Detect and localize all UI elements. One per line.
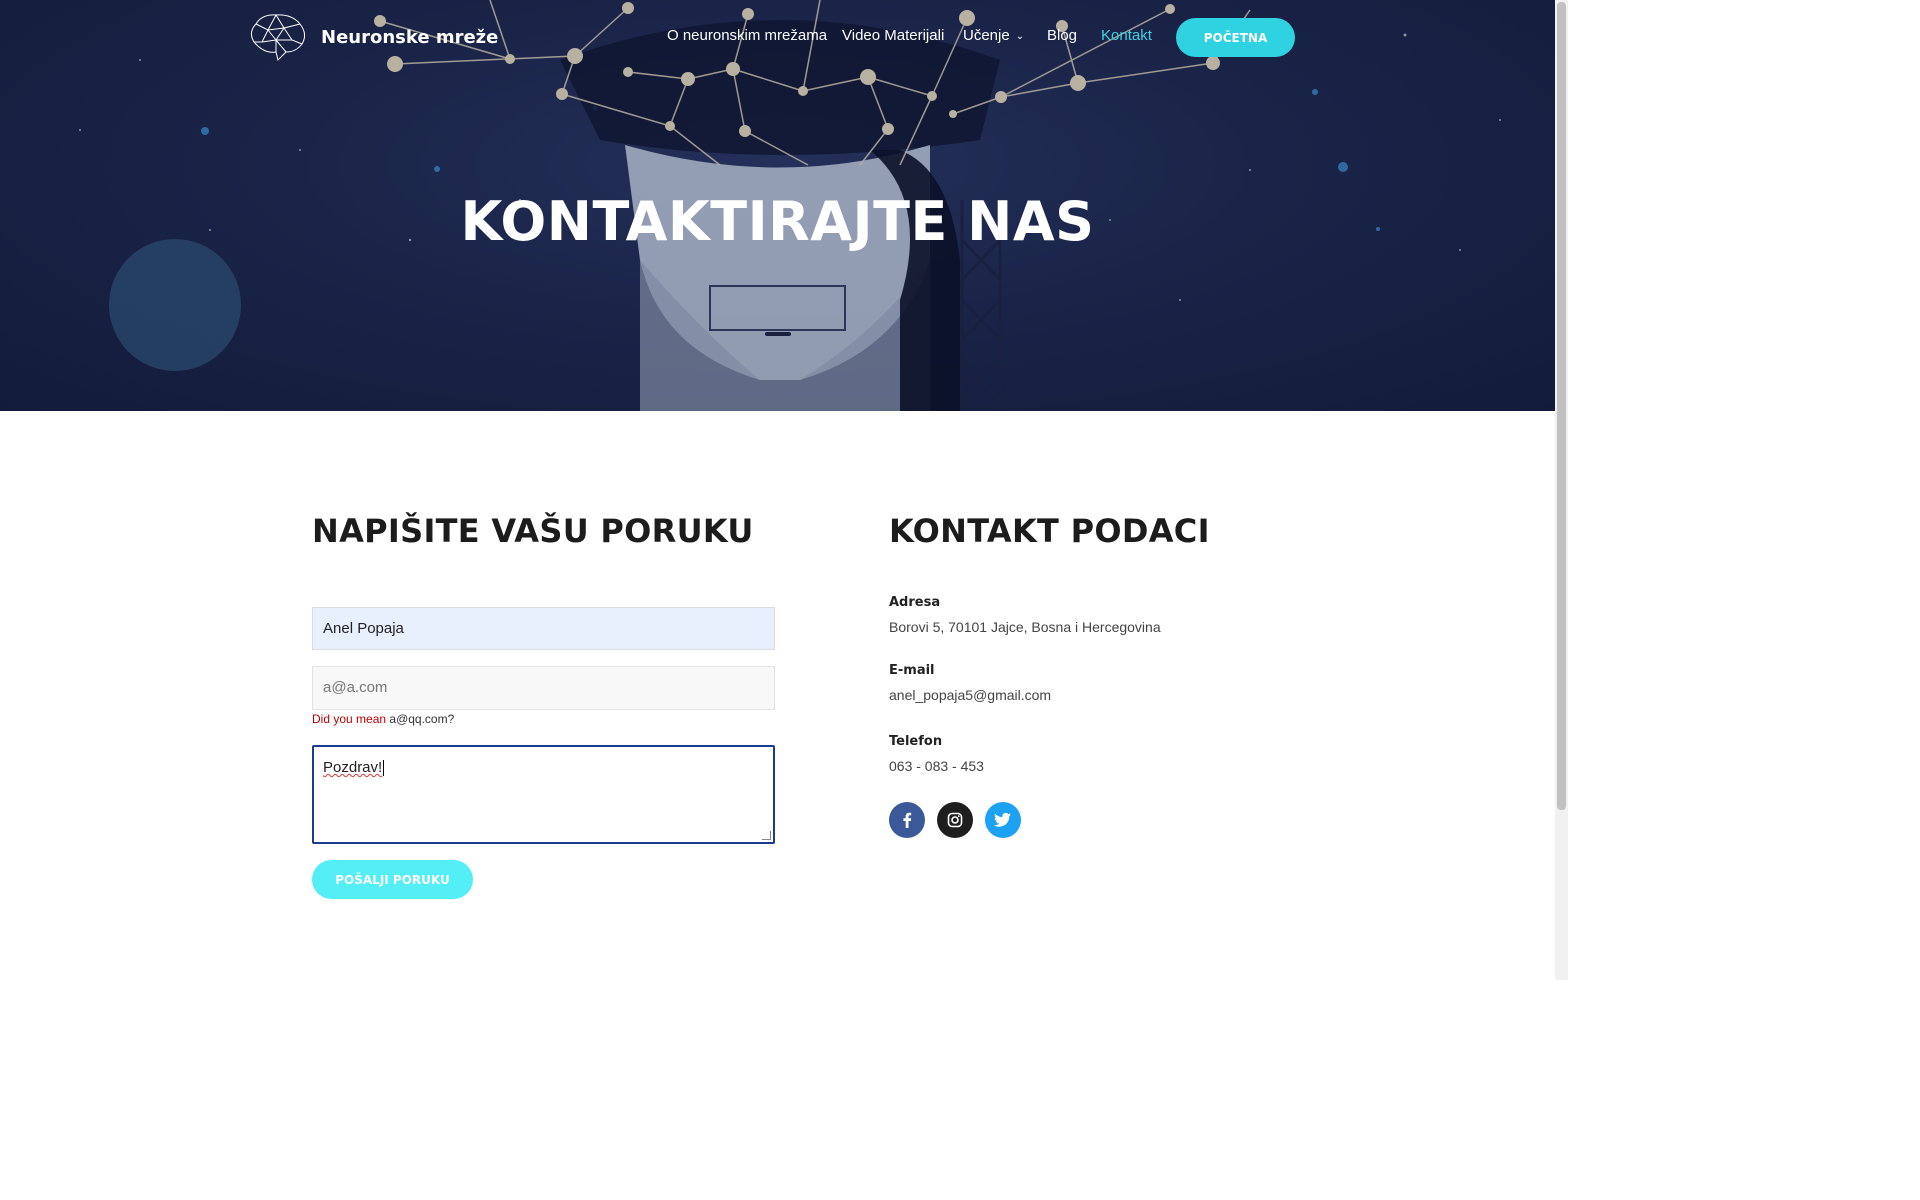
text-caret [383,760,385,777]
scrollbar-thumb[interactable] [1557,2,1566,810]
hero-banner: Neuronske mreže O neuronskim mrežama Vid… [0,0,1555,411]
email-suggestion-hint: Did you mean a@qq.com? [312,712,454,726]
email-input-value: a@a.com [323,679,388,696]
home-button[interactable]: POČETNA [1176,18,1295,57]
nav-item-contact[interactable]: Kontakt [1101,27,1152,44]
email-hint-prefix: Did you mean [312,712,387,726]
message-textarea-value: Pozdrav! [323,759,383,776]
nav-item-blog[interactable]: Blog [1047,27,1077,44]
logo-text: Neuronske mreže [321,26,499,48]
instagram-icon [947,812,963,828]
nav-item-learning-label: Učenje [963,27,1010,44]
page-title: KONTAKTIRAJTE NAS [460,190,1095,253]
phone-value: 063 - 083 - 453 [889,758,984,774]
nav-item-about[interactable]: O neuronskim mrežama [667,27,827,44]
form-heading: NAPIŠITE VAŠU PORUKU [312,512,754,550]
page-scrollbar[interactable] [1555,0,1568,980]
send-message-button[interactable]: POŠALJI PORUKU [312,860,473,899]
nav-item-videos[interactable]: Video Materijali [842,27,944,44]
address-value: Borovi 5, 70101 Jajce, Bosna i Hercegovi… [889,619,1161,635]
email-hint-suffix: ? [447,712,455,726]
name-input[interactable]: Anel Popaja [312,607,775,650]
address-label: Adresa [889,595,941,610]
nav-item-learning[interactable]: Učenje ⌄ [963,27,1024,44]
twitter-icon [994,812,1011,827]
name-input-value: Anel Popaja [323,620,404,637]
brain-network-icon [250,13,306,61]
chevron-down-icon: ⌄ [1015,30,1025,42]
message-textarea[interactable]: Pozdrav! [312,745,775,844]
site-logo[interactable]: Neuronske mreže [246,12,498,62]
email-input[interactable]: a@a.com [312,666,775,710]
email-value: anel_popaja5@gmail.com [889,687,1052,703]
email-label: E-mail [889,663,935,678]
email-hint-suggestion[interactable]: a@qq.com [389,712,447,726]
phone-label: Telefon [889,734,943,749]
twitter-link[interactable] [985,802,1021,838]
contact-heading: KONTAKT PODACI [889,512,1210,550]
facebook-icon [903,812,912,828]
instagram-link[interactable] [937,802,973,838]
resize-handle-icon[interactable] [762,831,771,840]
facebook-link[interactable] [889,802,925,838]
